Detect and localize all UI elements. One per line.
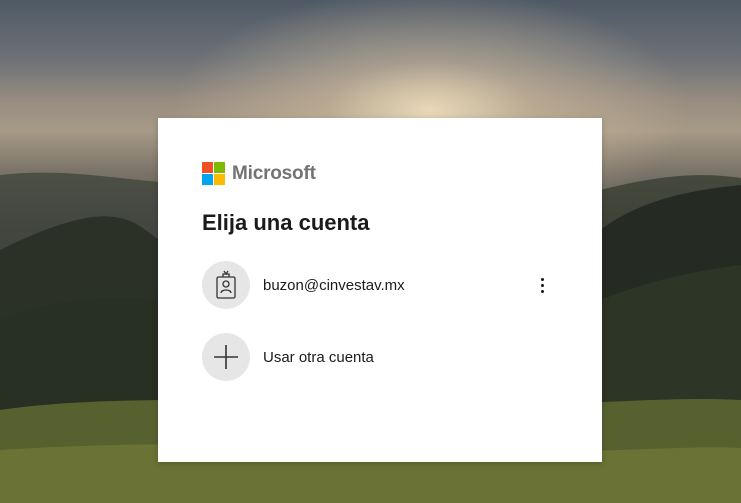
microsoft-logo-icon: [202, 162, 225, 185]
account-tile[interactable]: buzon@cinvestav.mx: [202, 261, 558, 309]
more-options-icon[interactable]: [530, 269, 554, 301]
brand-name: Microsoft: [232, 162, 316, 184]
logo-square-yellow: [214, 174, 225, 185]
logo-square-blue: [202, 174, 213, 185]
plus-icon: [202, 333, 250, 381]
page-title: Elija una cuenta: [202, 210, 370, 235]
account-email: buzon@cinvestav.mx: [263, 276, 405, 294]
logo-square-red: [202, 162, 213, 173]
logo-square-green: [214, 162, 225, 173]
brand-header: Microsoft: [202, 162, 316, 185]
use-another-account-label: Usar otra cuenta: [263, 348, 374, 366]
work-badge-icon: [202, 261, 250, 309]
use-another-account-button[interactable]: Usar otra cuenta: [202, 333, 558, 381]
sign-in-card: Microsoft Elija una cuenta buzon@cinvest…: [158, 118, 602, 462]
